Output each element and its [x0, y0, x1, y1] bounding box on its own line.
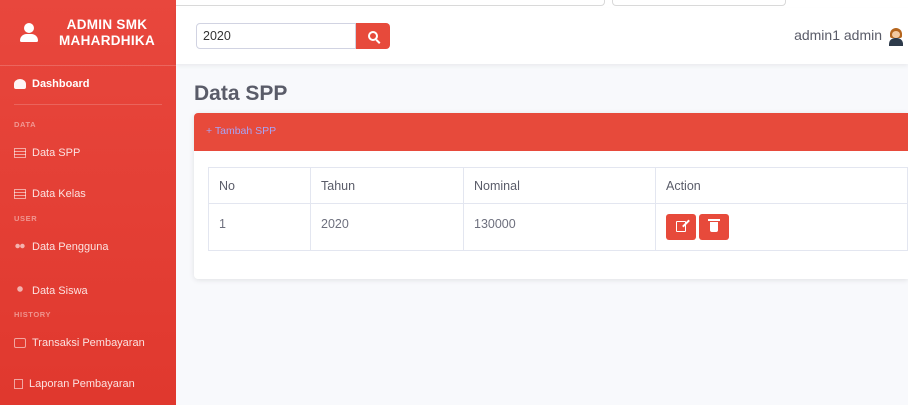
table-header-row: No Tahun Nominal Action	[208, 167, 908, 204]
sidebar-item-label: Transaksi Pembayaran	[32, 337, 145, 349]
browser-field	[612, 0, 786, 6]
sidebar-item-data-pengguna[interactable]: Data Pengguna	[0, 241, 176, 253]
add-spp-link[interactable]: + Tambah SPP	[206, 125, 276, 137]
sidebar-item-label: Data Kelas	[32, 188, 86, 200]
edit-button[interactable]	[666, 214, 696, 240]
avatar[interactable]	[888, 28, 904, 46]
sidebar-item-label: Data SPP	[32, 147, 81, 159]
cell-action	[655, 203, 908, 251]
sidebar-item-data-spp[interactable]: Data SPP	[0, 147, 176, 159]
search-button[interactable]	[356, 23, 390, 49]
user-name[interactable]: admin1 admin	[794, 27, 882, 43]
topbar: admin1 admin	[176, 8, 908, 64]
browser-field	[160, 0, 605, 6]
sidebar-item-transaksi-pembayaran[interactable]: Transaksi Pembayaran	[0, 337, 176, 349]
dashboard-icon	[14, 79, 26, 89]
page-title: Data SPP	[194, 82, 288, 105]
sidebar-item-label: Laporan Pembayaran	[29, 378, 135, 390]
column-header-no: No	[208, 167, 311, 204]
sidebar-brand[interactable]: ADMIN SMK MAHARDHIKA	[0, 0, 176, 66]
column-header-tahun: Tahun	[310, 167, 464, 204]
user-icon	[20, 22, 38, 43]
table-row: 1 2020 130000	[208, 203, 908, 251]
cell-nominal: 130000	[463, 203, 656, 251]
column-header-action: Action	[655, 167, 908, 204]
table-icon	[14, 148, 26, 158]
cell-no: 1	[208, 203, 311, 251]
spp-table: No Tahun Nominal Action 1 2020 130000	[208, 167, 908, 251]
table-icon	[14, 189, 26, 199]
delete-button[interactable]	[699, 214, 729, 240]
sidebar-item-data-siswa[interactable]: Data Siswa	[0, 285, 176, 297]
sidebar-item-label: Data Siswa	[32, 285, 88, 297]
spp-card: + Tambah SPP No Tahun Nominal Action 1 2…	[194, 113, 908, 279]
trash-icon	[708, 219, 720, 232]
search-icon	[368, 31, 378, 41]
column-header-nominal: Nominal	[463, 167, 656, 204]
users-icon	[14, 242, 26, 252]
edit-icon	[676, 221, 686, 232]
sidebar-heading-user: USER	[14, 214, 38, 223]
sidebar-item-dashboard[interactable]: Dashboard	[0, 78, 176, 90]
user-icon	[14, 286, 26, 296]
cell-tahun: 2020	[310, 203, 464, 251]
sidebar-item-data-kelas[interactable]: Data Kelas	[0, 188, 176, 200]
file-icon	[14, 379, 23, 389]
sidebar-item-laporan-pembayaran[interactable]: Laporan Pembayaran	[0, 378, 176, 390]
sidebar-divider	[14, 104, 162, 105]
sidebar: ADMIN SMK MAHARDHIKA Dashboard DATA Data…	[0, 0, 176, 405]
search-input[interactable]	[196, 23, 356, 49]
card-header: + Tambah SPP	[194, 113, 908, 151]
sidebar-item-label: Data Pengguna	[32, 241, 109, 253]
brand-title: ADMIN SMK MAHARDHIKA	[59, 16, 155, 48]
sidebar-heading-history: HISTORY	[14, 310, 52, 319]
sidebar-heading-data: DATA	[14, 120, 37, 129]
money-icon	[14, 338, 26, 348]
sidebar-item-label: Dashboard	[32, 78, 90, 90]
